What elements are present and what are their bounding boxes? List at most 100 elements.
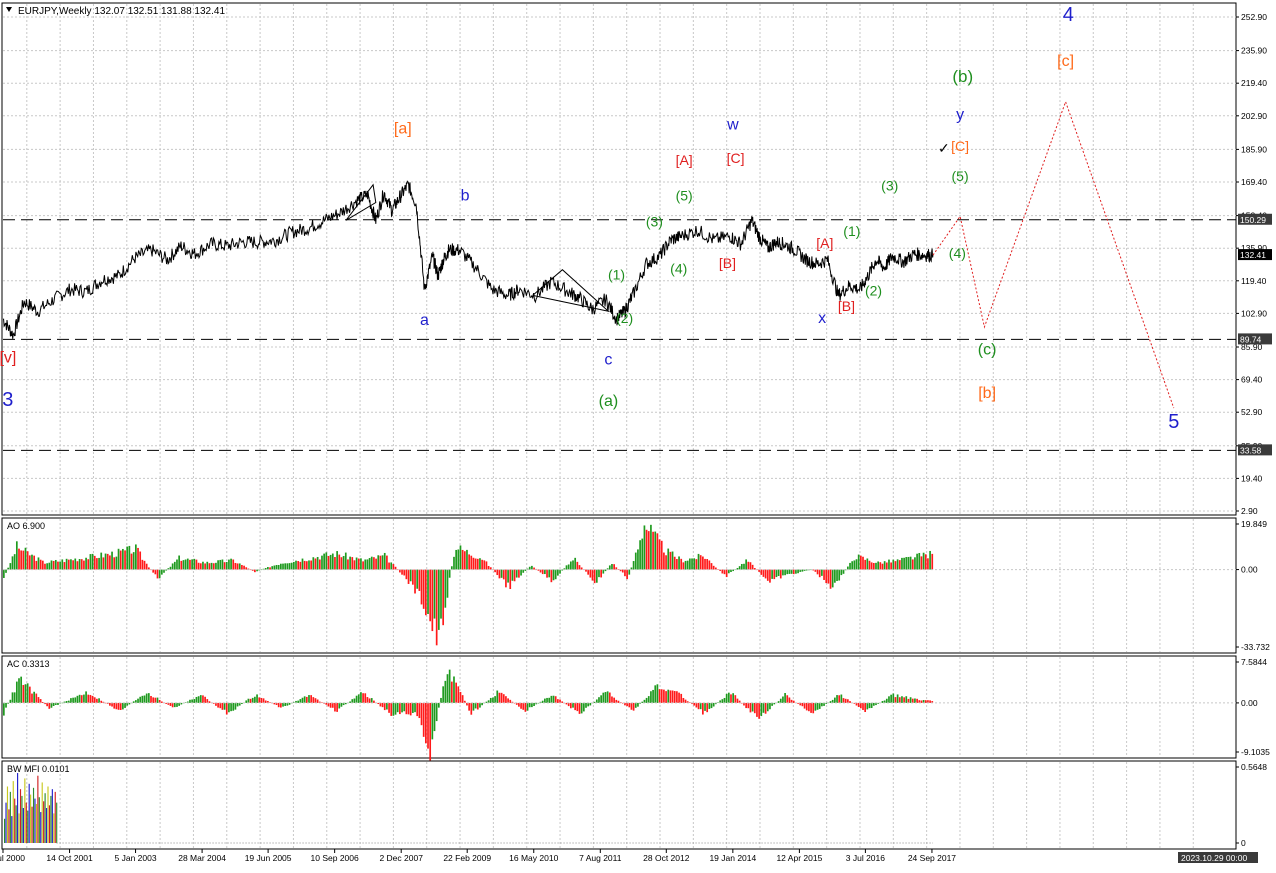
wave-label: (4) <box>670 261 687 277</box>
histogram-bar <box>453 556 455 570</box>
histogram-bar <box>528 566 531 570</box>
mfi-bar <box>34 798 36 843</box>
histogram-bar <box>141 559 144 570</box>
histogram-bar <box>37 697 40 703</box>
histogram-bar <box>836 695 838 703</box>
histogram-bar <box>569 702 572 709</box>
histogram-bar <box>818 702 821 709</box>
indicator-tick-label: 0.00 <box>1241 565 1258 575</box>
histogram-bar <box>340 557 343 570</box>
histogram-bar <box>191 559 193 570</box>
panel-frame-3 <box>1 760 1237 850</box>
histogram-bar <box>440 697 442 703</box>
histogram-bar <box>702 702 704 715</box>
histogram-bar <box>409 702 412 716</box>
wave-label: [A] <box>816 235 833 251</box>
mfi-bar <box>24 778 26 843</box>
histogram-bar <box>145 693 148 703</box>
wave-label: (3) <box>646 213 663 229</box>
histogram-bar <box>589 702 592 706</box>
histogram-bar <box>132 701 135 703</box>
histogram-bar <box>868 702 871 709</box>
level-label: 150.29 <box>1240 215 1266 225</box>
histogram-bar <box>208 563 211 570</box>
wave-label: (1) <box>843 223 860 239</box>
histogram-bar <box>431 702 434 740</box>
histogram-bar <box>100 552 103 570</box>
histogram-bar <box>637 702 639 707</box>
histogram-bar <box>727 569 730 574</box>
histogram-bar <box>31 554 33 570</box>
histogram-bar <box>524 702 527 712</box>
mfi-bar <box>32 787 35 843</box>
histogram-bar <box>578 702 581 714</box>
histogram-bar <box>65 558 68 570</box>
histogram-bar <box>386 702 388 710</box>
histogram-bar <box>505 696 507 703</box>
histogram-bar <box>202 695 204 703</box>
histogram-bar <box>303 696 306 703</box>
histogram-bar <box>78 694 81 703</box>
histogram-bar <box>83 560 85 570</box>
histogram-bar <box>743 563 745 570</box>
histogram-bar <box>550 695 553 703</box>
level-label: 89.74 <box>1240 334 1262 344</box>
histogram-bar <box>373 700 375 703</box>
histogram-bar <box>396 702 399 713</box>
histogram-bar <box>608 692 611 703</box>
histogram-bar <box>453 676 455 703</box>
histogram-bar <box>500 692 503 703</box>
histogram-bar <box>561 701 564 703</box>
histogram-bar <box>595 569 598 583</box>
histogram-bar <box>35 693 38 703</box>
histogram-bar <box>479 558 481 570</box>
histogram-bar <box>210 562 213 570</box>
histogram-bar <box>158 569 161 579</box>
histogram-bar <box>46 563 48 570</box>
histogram-bar <box>608 565 611 570</box>
histogram-bar <box>431 569 434 632</box>
histogram-bar <box>262 698 265 703</box>
histogram-bar <box>898 697 901 703</box>
chart-canvas[interactable]: AO 6.900 AC 0.3313 BW MFI 0.0101 [a] a b c (a)… <box>0 0 1276 868</box>
mfi-bar <box>47 786 49 843</box>
mfi-bar <box>6 786 9 843</box>
histogram-bar <box>818 569 821 578</box>
histogram-bar <box>422 702 425 737</box>
mfi-bar <box>51 789 53 843</box>
histogram-bar <box>509 699 512 703</box>
histogram-bar <box>70 698 72 703</box>
histogram-bar <box>557 569 559 576</box>
histogram-bar <box>236 563 239 570</box>
histogram-bar <box>632 561 635 570</box>
histogram-bar <box>20 676 23 703</box>
histogram-bar <box>918 552 921 570</box>
histogram-bar <box>228 559 230 570</box>
histogram-bar <box>165 569 168 571</box>
chart-window[interactable]: AO 6.900 AC 0.3313 BW MFI 0.0101 [a] a b c (a)… <box>0 0 1276 868</box>
histogram-bar <box>528 702 531 708</box>
histogram-bar <box>892 559 895 570</box>
histogram-bar <box>299 699 302 703</box>
histogram-bar <box>630 702 633 710</box>
histogram-bar <box>474 558 477 570</box>
histogram-bar <box>249 698 252 703</box>
histogram-bar <box>59 561 61 570</box>
histogram-bar <box>405 702 408 715</box>
histogram-bar <box>362 693 364 703</box>
histogram-bar <box>435 702 438 722</box>
histogram-bar <box>422 569 425 609</box>
histogram-bar <box>130 553 133 570</box>
histogram-bar <box>440 569 442 619</box>
histogram-bar <box>199 563 202 570</box>
histogram-bar <box>855 559 858 570</box>
histogram-bar <box>80 695 83 703</box>
wave-label: 4 <box>1063 4 1074 26</box>
histogram-bar <box>660 689 663 703</box>
histogram-bar <box>145 563 148 570</box>
histogram-bar <box>405 569 408 580</box>
histogram-bar <box>522 702 525 710</box>
histogram-bar <box>15 541 18 570</box>
histogram-bar <box>277 564 280 570</box>
histogram-bar <box>26 683 29 703</box>
